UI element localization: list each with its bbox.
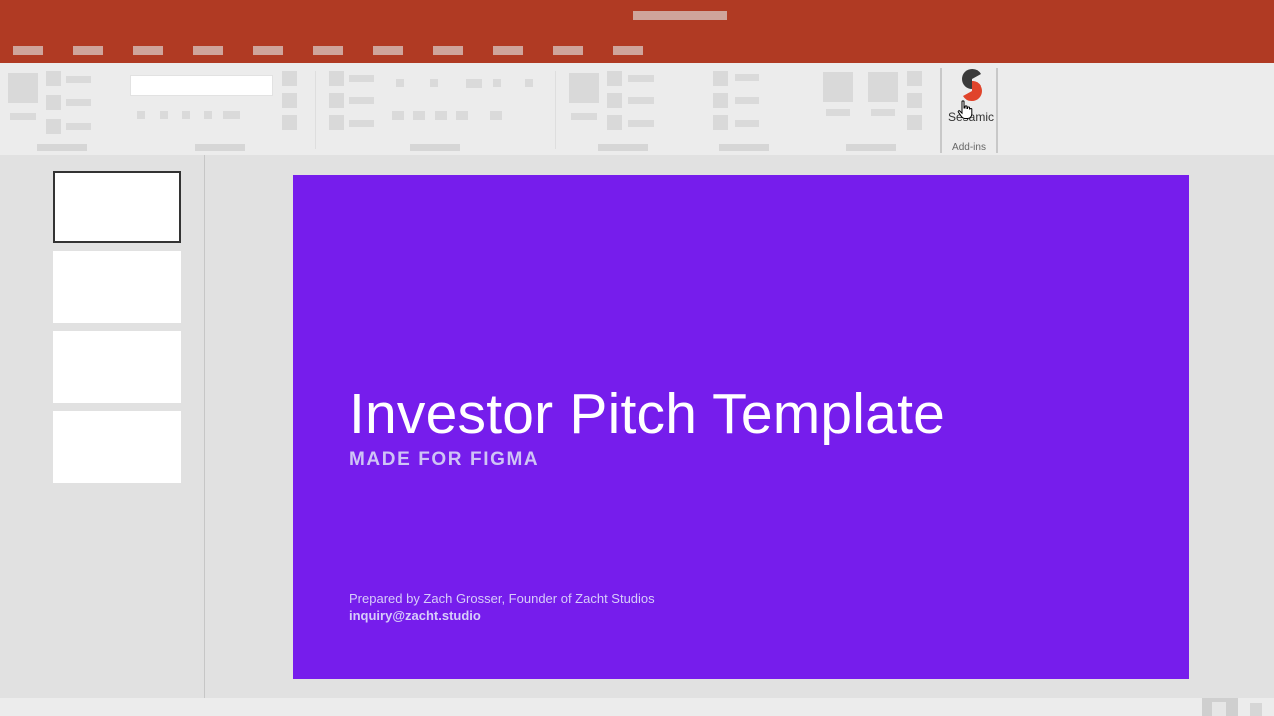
ribbon-group-label-placeholder [410, 144, 460, 151]
ribbon-label-placeholder [349, 75, 374, 82]
ribbon-button-placeholder[interactable] [329, 93, 344, 108]
ribbon-label-placeholder [66, 99, 91, 106]
ribbon-group-label-placeholder [195, 144, 245, 151]
ribbon-button-placeholder[interactable] [282, 115, 297, 130]
ribbon-button-placeholder[interactable] [493, 79, 501, 87]
slide-thumbnail-pane [0, 155, 205, 698]
ribbon-button-placeholder[interactable] [569, 73, 599, 103]
ribbon-button-placeholder[interactable] [907, 115, 922, 130]
hand-pointer-icon [957, 100, 973, 119]
ribbon-label-placeholder [349, 97, 374, 104]
ribbon-button-placeholder[interactable] [435, 111, 447, 120]
ribbon-group-label-placeholder [846, 144, 896, 151]
ribbon-button-placeholder[interactable] [413, 111, 425, 120]
slide-canvas[interactable]: Investor Pitch Template MADE FOR FIGMA P… [293, 175, 1189, 679]
ribbon-label-placeholder [349, 120, 374, 127]
ribbon-button-placeholder[interactable] [525, 79, 533, 87]
ribbon-button-placeholder[interactable] [392, 111, 404, 120]
addins-group-label: Add-ins [952, 142, 986, 153]
normal-view-icon [1212, 702, 1226, 716]
ribbon-button-placeholder[interactable] [607, 115, 622, 130]
ribbon-button-placeholder[interactable] [396, 79, 404, 87]
ribbon-button-placeholder[interactable] [607, 71, 622, 86]
ribbon-button-placeholder[interactable] [46, 95, 61, 110]
title-bar [0, 0, 1274, 63]
ribbon: Sesamic Add-ins [0, 63, 1274, 155]
ribbon-group-label-placeholder [598, 144, 648, 151]
ribbon-label-placeholder [871, 109, 895, 116]
ribbon-button-placeholder[interactable] [282, 93, 297, 108]
menu-tab-placeholder[interactable] [313, 46, 343, 55]
slide-title[interactable]: Investor Pitch Template [349, 381, 945, 447]
ribbon-label-placeholder [628, 120, 654, 127]
ribbon-button-placeholder[interactable] [466, 79, 482, 88]
ribbon-button-placeholder[interactable] [868, 72, 898, 102]
menu-tab-placeholder[interactable] [553, 46, 583, 55]
ribbon-label-placeholder [735, 120, 759, 127]
slide-thumbnail-2[interactable] [53, 251, 181, 323]
ribbon-label-placeholder [735, 97, 759, 104]
slide-thumbnail-1[interactable] [53, 171, 181, 243]
ribbon-label-placeholder [628, 75, 654, 82]
ribbon-button-placeholder[interactable] [607, 93, 622, 108]
menu-tab-placeholder[interactable] [133, 46, 163, 55]
ribbon-button-placeholder[interactable] [907, 71, 922, 86]
ribbon-label-placeholder [66, 123, 91, 130]
ribbon-button-placeholder[interactable] [430, 79, 438, 87]
ribbon-button-placeholder[interactable] [223, 111, 240, 119]
ribbon-button-placeholder[interactable] [160, 111, 168, 119]
slide-thumbnail-3[interactable] [53, 331, 181, 403]
ribbon-label-placeholder [628, 97, 654, 104]
ribbon-separator [555, 71, 556, 149]
menu-tab-placeholder[interactable] [613, 46, 643, 55]
ribbon-label-placeholder [571, 113, 597, 120]
slide-subtitle[interactable]: MADE FOR FIGMA [349, 449, 539, 471]
window-title-placeholder [633, 11, 727, 20]
ribbon-button-placeholder[interactable] [823, 72, 853, 102]
menu-tab-placeholder[interactable] [73, 46, 103, 55]
ribbon-button-placeholder[interactable] [182, 111, 190, 119]
menu-tab-placeholder[interactable] [433, 46, 463, 55]
ribbon-button-placeholder[interactable] [329, 115, 344, 130]
slide-email[interactable]: inquiry@zacht.studio [349, 608, 481, 623]
ribbon-label-placeholder [66, 76, 91, 83]
menu-tab-placeholder[interactable] [193, 46, 223, 55]
menu-tab-placeholder[interactable] [13, 46, 43, 55]
ribbon-group-label-placeholder [719, 144, 769, 151]
ribbon-button-placeholder[interactable] [456, 111, 468, 120]
ribbon-button-placeholder[interactable] [329, 71, 344, 86]
font-name-field[interactable] [130, 75, 273, 96]
ribbon-button-placeholder[interactable] [46, 71, 61, 86]
menu-tab-placeholder[interactable] [253, 46, 283, 55]
ribbon-label-placeholder [10, 113, 36, 120]
slide-sorter-view-button[interactable] [1250, 703, 1262, 716]
ribbon-label-placeholder [735, 74, 759, 81]
ribbon-button-placeholder[interactable] [8, 73, 38, 103]
sesamic-logo-icon [962, 68, 982, 102]
ribbon-button-placeholder[interactable] [907, 93, 922, 108]
ribbon-button-placeholder[interactable] [282, 71, 297, 86]
slide-thumbnail-4[interactable] [53, 411, 181, 483]
ribbon-button-placeholder[interactable] [713, 71, 728, 86]
ribbon-button-placeholder[interactable] [490, 111, 502, 120]
slide-byline[interactable]: Prepared by Zach Grosser, Founder of Zac… [349, 591, 655, 606]
ribbon-group-label-placeholder [37, 144, 87, 151]
ribbon-button-placeholder[interactable] [713, 93, 728, 108]
ribbon-separator [315, 71, 316, 149]
ribbon-button-placeholder[interactable] [46, 119, 61, 134]
menu-tab-placeholder[interactable] [373, 46, 403, 55]
ribbon-button-placeholder[interactable] [713, 115, 728, 130]
status-bar [0, 698, 1274, 716]
menu-tab-placeholder[interactable] [493, 46, 523, 55]
ribbon-label-placeholder [826, 109, 850, 116]
ribbon-button-placeholder[interactable] [204, 111, 212, 119]
ribbon-button-placeholder[interactable] [137, 111, 145, 119]
